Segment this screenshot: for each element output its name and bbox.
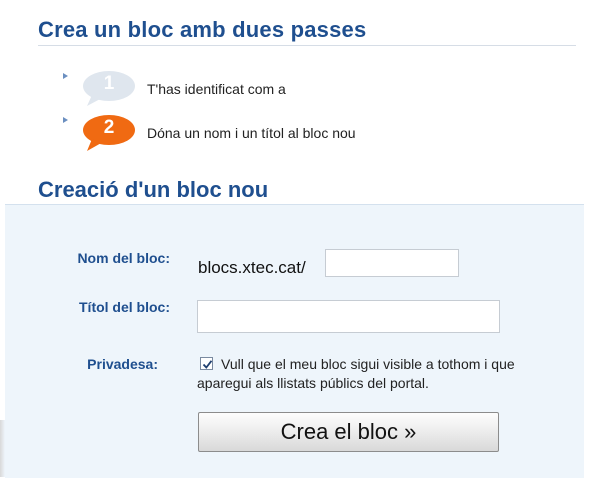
create-blog-button[interactable]: Crea el bloc »: [198, 412, 499, 452]
blog-name-label: Nom del bloc:: [77, 250, 170, 266]
privacy-checkbox[interactable]: [200, 357, 213, 370]
page-title: Crea un bloc amb dues passes: [38, 17, 367, 42]
bullet-arrow-icon: [63, 117, 68, 123]
blog-title-input[interactable]: [197, 300, 500, 333]
title-divider: [38, 45, 576, 46]
step-1: 1 T'has identificat com a: [60, 70, 560, 110]
step-number: 2: [103, 117, 115, 138]
privacy-label: Privadesa:: [87, 356, 158, 372]
form-heading: Creació d'un bloc nou: [38, 177, 269, 202]
bullet-arrow-icon: [63, 73, 68, 79]
step-2: 2 Dóna un nom i un títol al bloc nou: [60, 114, 560, 154]
check-icon: [202, 360, 213, 369]
step-text: Dóna un nom i un títol al bloc nou: [147, 125, 356, 141]
blog-url-prefix: blocs.xtec.cat/: [198, 258, 306, 277]
page: Crea un bloc amb dues passes 1 T'has ide…: [0, 0, 603, 478]
step-text: T'has identificat com a: [147, 81, 286, 97]
step-number: 1: [103, 73, 115, 94]
blog-title-label: Títol del bloc:: [79, 299, 170, 315]
privacy-text: Vull que el meu bloc sigui visible a tot…: [197, 356, 515, 391]
blog-name-input[interactable]: [325, 249, 459, 277]
